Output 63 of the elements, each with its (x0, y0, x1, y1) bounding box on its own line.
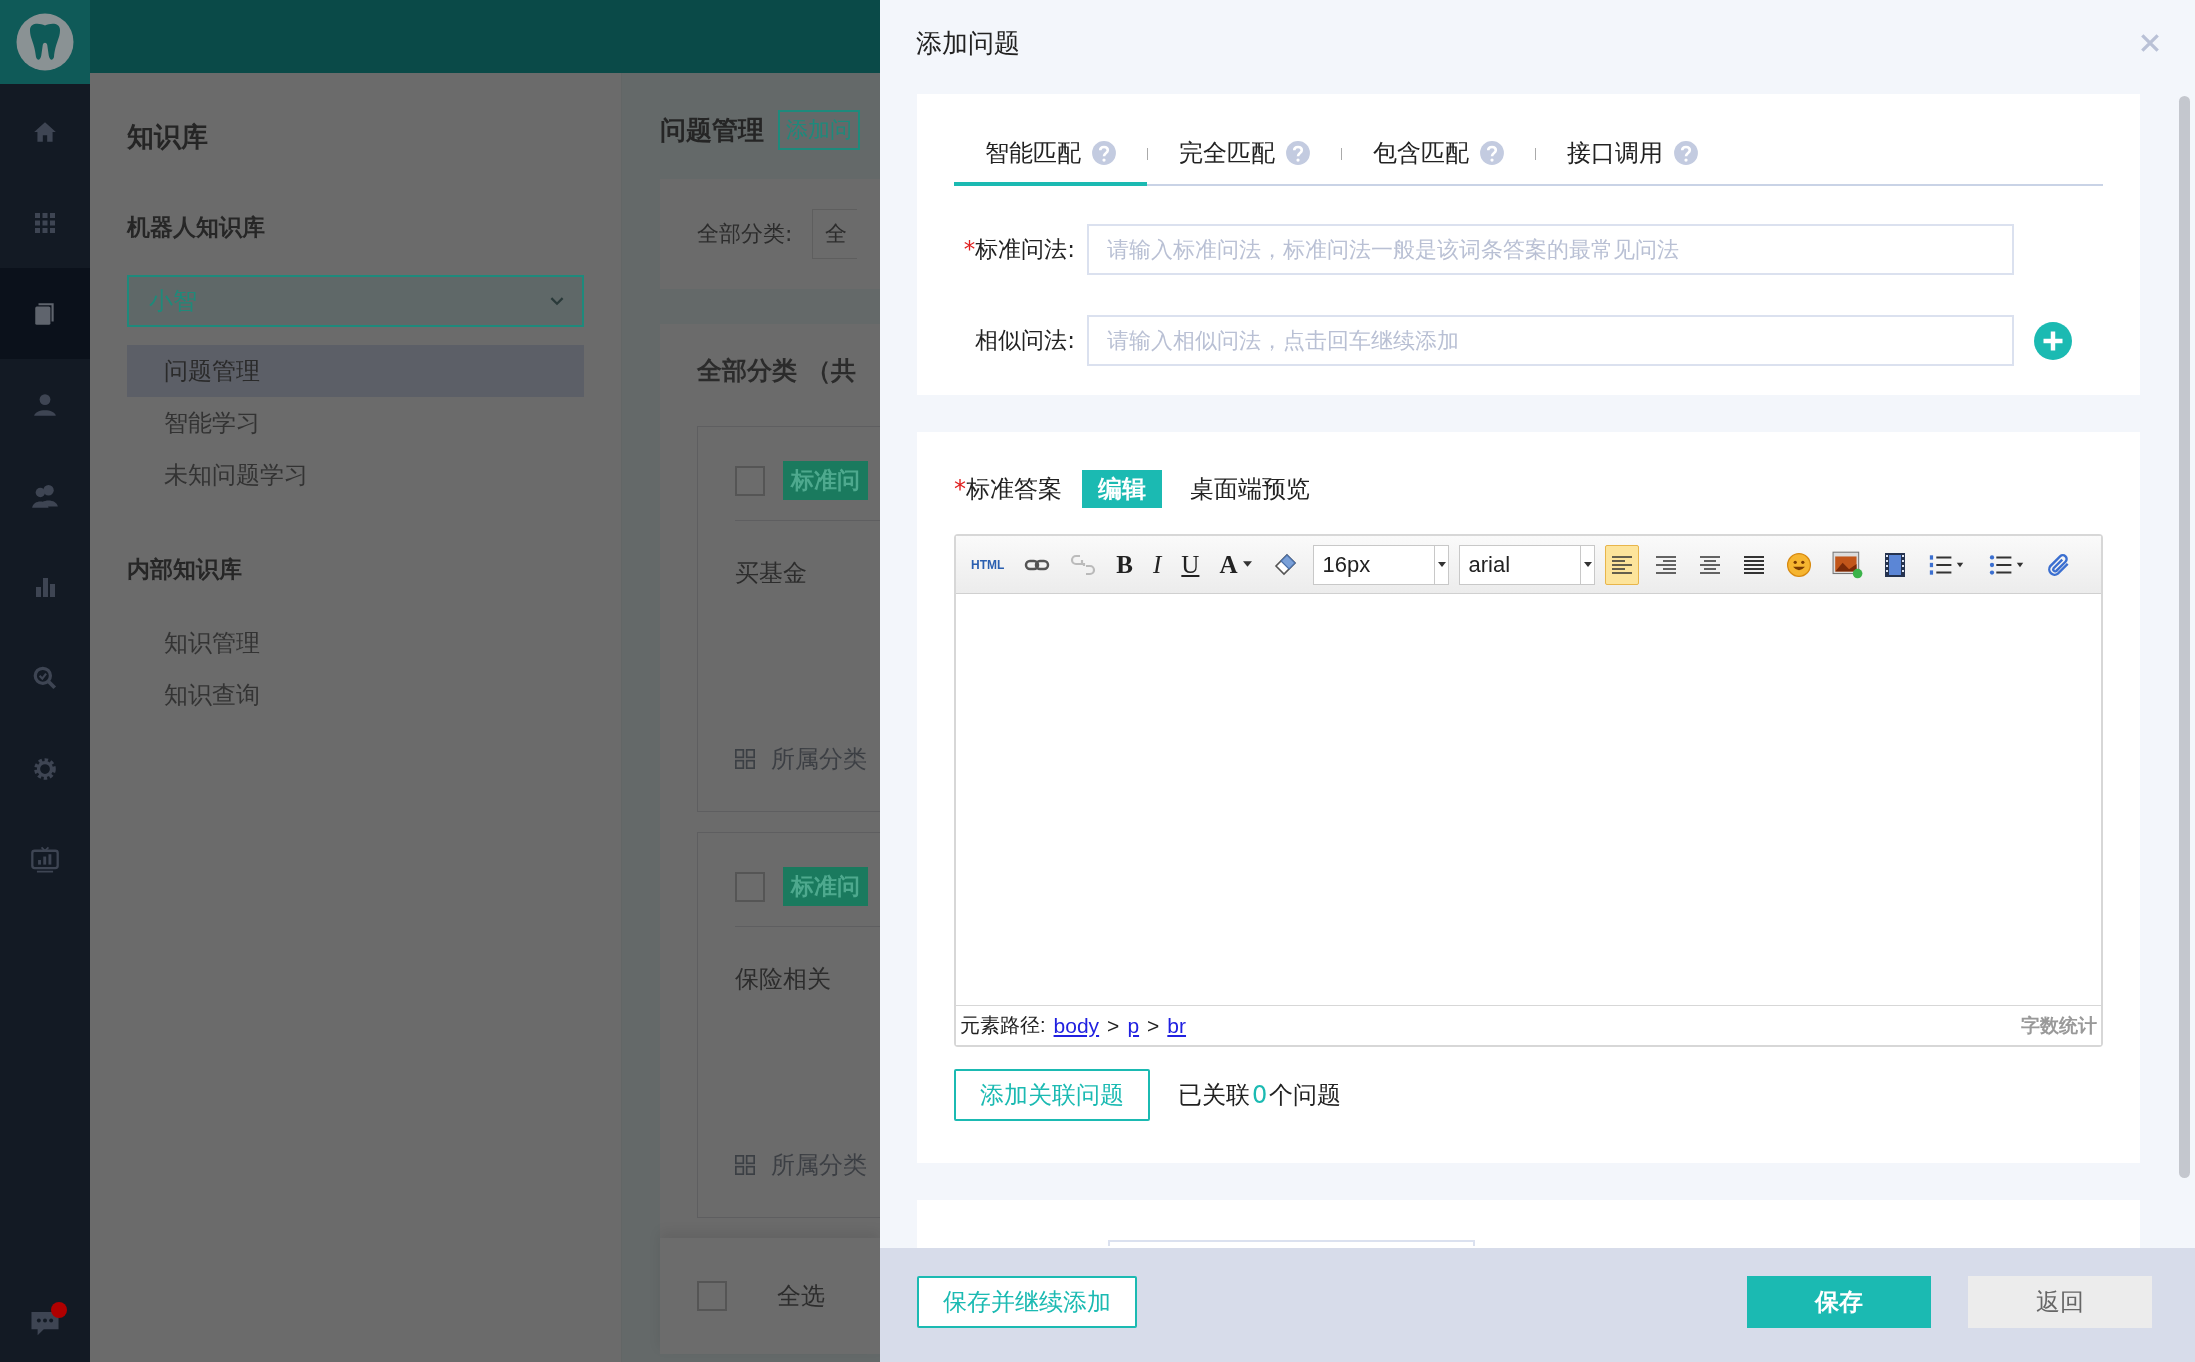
add-icon[interactable] (2034, 321, 2072, 360)
answer-label: *标准答案 (954, 474, 1062, 505)
font-color-button[interactable]: A (1214, 544, 1258, 585)
settings-icon (32, 755, 58, 782)
path-separator: > (1107, 1013, 1120, 1038)
path-link[interactable]: br (1167, 1013, 1186, 1038)
tab[interactable]: 完全匹配 (1148, 124, 1341, 186)
search-icon (32, 664, 58, 691)
tab[interactable]: 包含匹配 (1342, 124, 1535, 186)
path-label: 元素路径: (960, 1013, 1046, 1038)
align-left-button[interactable] (1605, 544, 1640, 585)
list-title: 全部分类 （共 (697, 355, 857, 387)
grid-icon (735, 1155, 755, 1175)
caret-icon[interactable] (1437, 561, 1446, 568)
tooth-logo-icon (15, 12, 75, 72)
tab[interactable]: 接口调用 (1536, 124, 1729, 186)
nav-item[interactable] (0, 268, 90, 359)
italic-button[interactable]: I (1148, 544, 1167, 585)
user-icon (32, 391, 58, 418)
eraser-icon (1272, 551, 1299, 578)
select-all-label: 全选 (777, 1281, 825, 1312)
image-icon (1832, 550, 1865, 579)
html-button[interactable]: HTML (966, 544, 1010, 585)
input-field[interactable]: 请输入标准问法，标准问法一般是该词条答案的最常见问法 (1087, 224, 2014, 275)
dropdown[interactable]: arial (1459, 544, 1596, 585)
field-label: *标准问法: (962, 235, 1076, 264)
close-icon (2139, 32, 2161, 54)
section-title: 机器人知识库 (127, 213, 266, 242)
path-separator: > (1147, 1013, 1160, 1038)
filter-label: 全部分类: (697, 220, 793, 248)
help-icon[interactable] (1478, 140, 1505, 166)
section-title: 内部知识库 (127, 555, 243, 584)
caret-icon[interactable] (1583, 561, 1592, 568)
dialog-title: 添加问题 (916, 26, 1020, 60)
grid-icon (735, 749, 755, 769)
help-icon[interactable] (1672, 140, 1699, 166)
smiley-icon (1786, 551, 1813, 578)
back-button[interactable]: 返回 (1968, 1276, 2152, 1328)
help-icon[interactable] (1284, 140, 1311, 166)
caret-icon (1243, 561, 1253, 568)
path-link[interactable]: p (1127, 1013, 1140, 1038)
bold-button[interactable]: B (1111, 544, 1138, 585)
related-count-text: 已关联0个问题 (1178, 1080, 1342, 1111)
film-icon (1884, 551, 1907, 578)
scrollbar[interactable] (2179, 96, 2190, 1178)
mode-tab[interactable]: 桌面端预览 (1182, 470, 1318, 508)
input-field[interactable] (1108, 1240, 1475, 1246)
input-field[interactable]: 请输入相似问法，点击回车继续添加 (1087, 315, 2014, 366)
dropdown[interactable]: 16px (1313, 544, 1450, 585)
question-text: 保险相关 (735, 964, 832, 995)
underline-button[interactable]: U (1176, 544, 1205, 585)
page-title: 问题管理 (660, 113, 764, 147)
tab[interactable]: 智能匹配 (954, 124, 1147, 186)
close-button[interactable] (2139, 32, 2161, 54)
field-label: 相似问法: (974, 326, 1076, 355)
chevron-down-icon (550, 296, 564, 306)
path-link[interactable]: body (1053, 1013, 1100, 1038)
question-text: 买基金 (735, 558, 808, 589)
word-count-link[interactable]: 字数统计 (2021, 1012, 2097, 1039)
sidebar-title: 知识库 (127, 120, 209, 154)
help-icon[interactable] (1090, 140, 1117, 166)
monitor-chart-icon (30, 845, 60, 874)
grid-icon (33, 210, 57, 235)
